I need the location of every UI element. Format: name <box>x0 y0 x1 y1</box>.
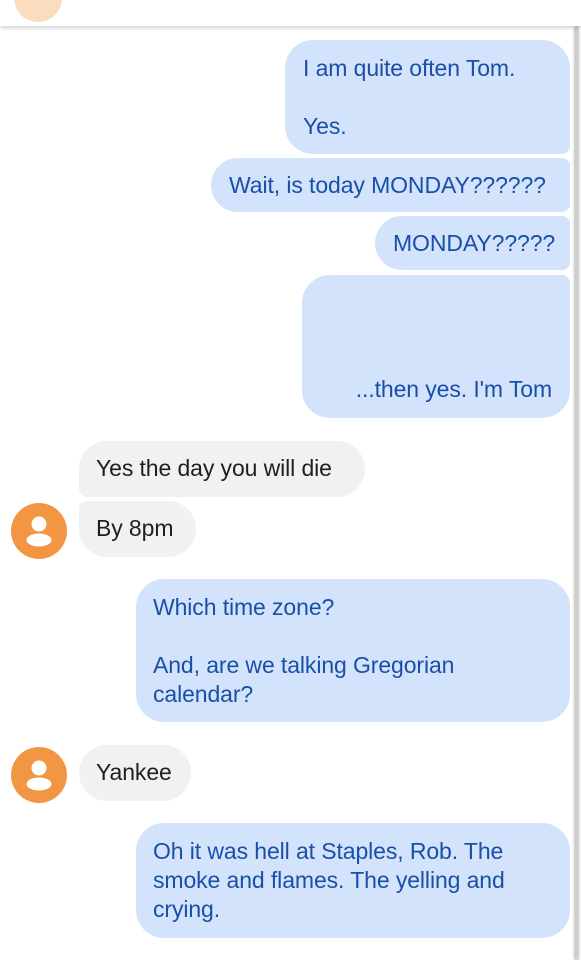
contact-avatar[interactable] <box>14 0 62 22</box>
message-bubble-outgoing[interactable]: I am quite often Tom. Yes. <box>285 40 570 154</box>
conversation-app-bar <box>0 0 581 26</box>
message-text: By 8pm <box>96 515 174 541</box>
message-text: Which time zone? And, are we talking Gre… <box>153 594 455 707</box>
message-text: ...then yes. I'm Tom <box>355 376 552 402</box>
message-text: Yes the day you will die <box>96 455 332 481</box>
message-text: MONDAY????? <box>393 230 556 256</box>
message-text: Yankee <box>96 759 172 785</box>
message-bubble-outgoing[interactable]: Wait, is today MONDAY?????? <box>211 158 570 212</box>
message-text: I am quite often Tom. Yes. <box>303 55 516 139</box>
message-bubble-outgoing[interactable]: ...then yes. I'm Tom <box>302 275 570 418</box>
message-bubble-incoming[interactable]: Yes the day you will die <box>79 441 365 497</box>
message-text: Oh it was hell at Staples, Rob. The smok… <box>153 838 505 922</box>
scrollbar-thumb[interactable] <box>574 26 579 960</box>
message-thread: I am quite often Tom. Yes. Wait, is toda… <box>0 26 572 960</box>
message-bubble-outgoing[interactable]: MONDAY????? <box>375 216 570 270</box>
message-bubble-incoming[interactable]: By 8pm <box>79 501 196 557</box>
message-bubble-outgoing[interactable]: Oh it was hell at Staples, Rob. The smok… <box>136 823 570 938</box>
person-icon <box>26 516 52 547</box>
sender-avatar[interactable] <box>11 747 67 803</box>
message-bubble-incoming[interactable]: Yankee <box>79 745 191 801</box>
sender-avatar[interactable] <box>11 503 67 559</box>
message-text: Wait, is today MONDAY?????? <box>229 172 546 198</box>
scrollbar[interactable] <box>572 26 581 960</box>
message-bubble-outgoing[interactable]: Which time zone? And, are we talking Gre… <box>136 579 570 722</box>
person-icon <box>26 760 52 791</box>
